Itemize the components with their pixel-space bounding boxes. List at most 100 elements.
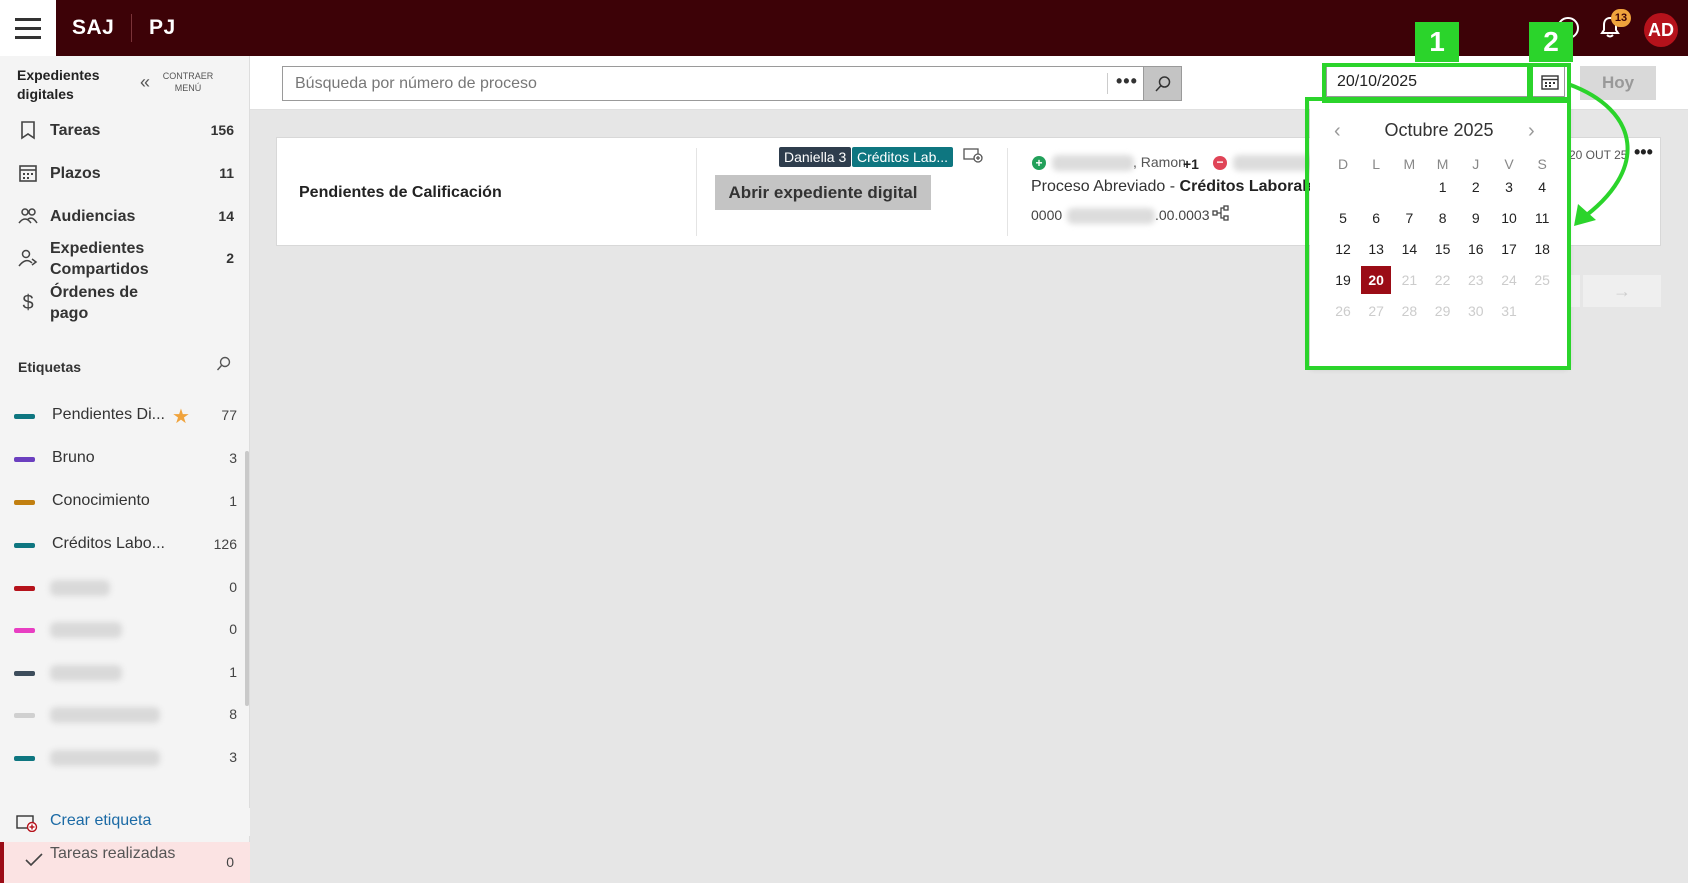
minus-circle-icon: − [1213, 156, 1227, 170]
annotation-number-1: 1 [1415, 22, 1459, 62]
sidebar-item-label: Órdenes de pago [50, 284, 139, 322]
search-divider [1107, 73, 1108, 94]
search-icon [1154, 75, 1170, 92]
card-divider [1007, 148, 1008, 236]
sidebar-item-count: 11 [219, 165, 234, 181]
done-tasks-count: 0 [226, 854, 234, 870]
brand-pj[interactable]: PJ [149, 16, 176, 40]
search-tags-icon[interactable] [216, 356, 232, 372]
next-page-button[interactable]: → [1583, 275, 1661, 307]
tag-count: 3 [229, 749, 237, 765]
sidebar-item-count: 2 [226, 250, 234, 266]
redacted-tag-label [50, 622, 122, 638]
notification-count-badge: 13 [1611, 9, 1631, 27]
search-box: ••• [282, 66, 1144, 101]
tags-scrollbar[interactable] [245, 451, 249, 706]
tag-color-bar [14, 586, 35, 591]
tag-item[interactable]: 1 [0, 661, 245, 685]
tag-item[interactable]: 3 [0, 746, 245, 770]
tag-color-bar [14, 543, 35, 548]
tag-label: Bruno [52, 449, 95, 466]
sidebar-item-expedientes-compartidos[interactable]: Expedientes Compartidos 2 [0, 238, 250, 282]
dollar-icon: $ [22, 292, 34, 314]
done-tasks-label: Tareas realizadas [50, 845, 176, 862]
redacted-tag-label [50, 707, 160, 723]
collapse-menu-button[interactable]: « CONTRAER MENÚ [140, 70, 218, 94]
card-divider [696, 148, 697, 236]
process-type-text: Proceso Abreviado [1031, 178, 1166, 195]
sidebar-item-label: Tareas [50, 122, 101, 139]
redacted-tag-label [50, 580, 110, 596]
redacted-tag-label [50, 665, 122, 681]
tag-label: Créditos Labo... [52, 535, 165, 552]
redacted-party-name [1233, 155, 1313, 171]
sidebar-item-label: Plazos [50, 165, 101, 182]
brand-divider [131, 14, 132, 42]
card-title: Pendientes de Calificación [299, 184, 502, 201]
add-tag-icon[interactable] [963, 147, 983, 163]
tag-label: Conocimiento [52, 492, 150, 509]
tag-item[interactable]: Conocimiento 1 [0, 490, 245, 514]
sidebar-item-ordenes-de-pago[interactable]: $ Órdenes de pago [0, 282, 250, 326]
tag-count: 0 [229, 621, 237, 637]
highlight-calendar-popup [1305, 97, 1571, 370]
redacted-party-name [1052, 155, 1134, 171]
process-type: Proceso Abreviado - Créditos Laborale [1031, 178, 1316, 196]
tag-item[interactable]: 0 [0, 618, 245, 642]
tag-color-bar [14, 756, 35, 761]
sidebar: Expedientes digitales « CONTRAER MENÚ Ta… [0, 56, 250, 883]
sidebar-item-count: 156 [210, 122, 234, 138]
more-options-icon[interactable]: ••• [1116, 71, 1138, 92]
annotation-arrow [1567, 82, 1630, 226]
sidebar-item-count: 14 [218, 208, 234, 224]
tag-color-bar [14, 628, 35, 633]
sidebar-item-label: Expedientes Compartidos [50, 240, 149, 278]
tag-color-bar [14, 713, 35, 718]
tag-count: 1 [229, 493, 237, 509]
tag-count: 3 [229, 450, 237, 466]
search-button[interactable] [1144, 66, 1182, 101]
tag-item[interactable]: 8 [0, 703, 245, 727]
tag-item[interactable]: 0 [0, 576, 245, 600]
tag-badge[interactable]: Daniella 3 [779, 147, 852, 167]
party-name: , Ramon [1133, 154, 1186, 170]
tag-label: Pendientes Di... [52, 406, 165, 423]
tag-color-bar [14, 414, 35, 419]
user-avatar[interactable]: AD [1644, 13, 1678, 47]
checkmark-icon [25, 853, 43, 867]
star-icon[interactable]: ★ [172, 404, 190, 429]
redacted-tag-label [50, 750, 160, 766]
process-number-prefix: 0000 [1031, 207, 1063, 223]
create-tag-button[interactable]: Crear etiqueta [0, 808, 250, 836]
open-digital-file-button[interactable]: Abrir expediente digital [715, 175, 931, 210]
tag-badge[interactable]: Créditos Lab... [852, 147, 954, 167]
double-chevron-left-icon: « [140, 71, 151, 92]
add-tag-icon [16, 815, 38, 832]
tag-item[interactable]: Bruno 3 [0, 447, 245, 471]
sidebar-item-tareas-realizadas[interactable]: Tareas realizadas 0 [0, 842, 250, 883]
tag-count: 126 [213, 536, 237, 552]
people-icon [18, 208, 38, 224]
tags-header: Etiquetas [18, 359, 82, 375]
process-class: Créditos Laborale [1179, 178, 1316, 195]
process-number-suffix[interactable]: .00.0003 [1155, 207, 1210, 223]
tag-item[interactable]: Créditos Labo... 126 [0, 533, 245, 557]
collapse-menu-label: CONTRAER MENÚ [162, 71, 214, 93]
tag-color-bar [14, 671, 35, 676]
tag-color-bar [14, 457, 35, 462]
hamburger-icon [15, 15, 41, 42]
tag-item[interactable]: Pendientes Di... ★ 77 [0, 404, 245, 428]
search-input[interactable] [283, 67, 1103, 100]
arrow-right-icon: → [1613, 281, 1631, 301]
process-separator: - [1165, 178, 1180, 195]
tag-count: 8 [229, 706, 237, 722]
bookmark-icon [21, 121, 35, 140]
hierarchy-icon[interactable] [1212, 205, 1230, 221]
shared-users-icon [18, 249, 38, 267]
sidebar-item-label: Audiencias [50, 208, 136, 225]
plus-circle-icon: + [1032, 156, 1046, 170]
sidebar-title: Expedientes digitales [17, 67, 100, 102]
menu-button[interactable] [0, 0, 56, 56]
extra-parties-count[interactable]: +1 [1183, 156, 1199, 172]
brand-saj[interactable]: SAJ [72, 16, 114, 40]
